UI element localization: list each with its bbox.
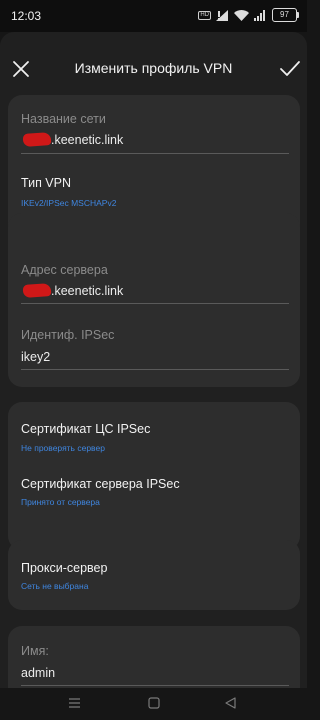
ipsec-id-underline <box>21 369 289 370</box>
navigation-bar <box>0 688 307 720</box>
status-time: 12:03 <box>11 9 42 23</box>
card-proxy: Прокси-сервер Сеть не выбрана <box>8 540 300 610</box>
status-icons: HD 97 <box>198 8 299 22</box>
username-value: admin <box>21 666 56 680</box>
username-label: Имя: <box>21 644 49 658</box>
signal-icon <box>254 9 265 21</box>
ca-cert-label: Сертификат ЦС IPSec <box>21 422 151 436</box>
ipsec-id-label: Идентиф. IPSec <box>21 328 115 342</box>
vpn-type-value: IKEv2/IPSec MSCHAPv2 <box>21 198 117 208</box>
home-icon[interactable] <box>148 697 160 709</box>
network-name-value: .keenetic.link <box>22 132 123 147</box>
checkmark-icon[interactable] <box>279 59 301 79</box>
vpn-type-label: Тип VPN <box>21 176 72 190</box>
redaction-mark <box>22 132 52 147</box>
back-icon[interactable] <box>225 697 236 709</box>
server-address-label: Адрес сервера <box>21 263 108 277</box>
status-bar: 12:03 HD 97 <box>0 0 307 32</box>
server-address-underline <box>21 303 289 304</box>
hd-icon: HD <box>198 10 211 20</box>
proxy-label: Прокси-сервер <box>21 561 108 575</box>
card-server: Адрес сервера .keenetic.link Идентиф. IP… <box>8 213 300 387</box>
signal-icon <box>216 9 228 21</box>
redaction-mark <box>22 283 52 298</box>
server-cert-label: Сертификат сервера IPSec <box>21 477 180 491</box>
network-name-label: Название сети <box>21 112 106 126</box>
server-address-value: .keenetic.link <box>22 283 123 298</box>
proxy-value: Сеть не выбрана <box>21 581 89 591</box>
server-cert-value: Принято от сервера <box>21 497 100 507</box>
username-underline <box>21 685 289 686</box>
battery-icon: 97 <box>272 8 299 22</box>
card-certificates: Сертификат ЦС IPSec Не проверять сервер … <box>8 402 300 550</box>
network-name-underline <box>21 153 289 154</box>
edit-vpn-sheet: Изменить профиль VPN Название сети .keen… <box>0 32 307 688</box>
ca-cert-value: Не проверять сервер <box>21 443 105 453</box>
page-title: Изменить профиль VPN <box>74 60 233 76</box>
card-credentials: Имя: admin <box>8 626 300 688</box>
ipsec-id-value: ikey2 <box>21 350 51 364</box>
menu-icon[interactable] <box>68 698 81 708</box>
wifi-icon <box>234 9 249 21</box>
